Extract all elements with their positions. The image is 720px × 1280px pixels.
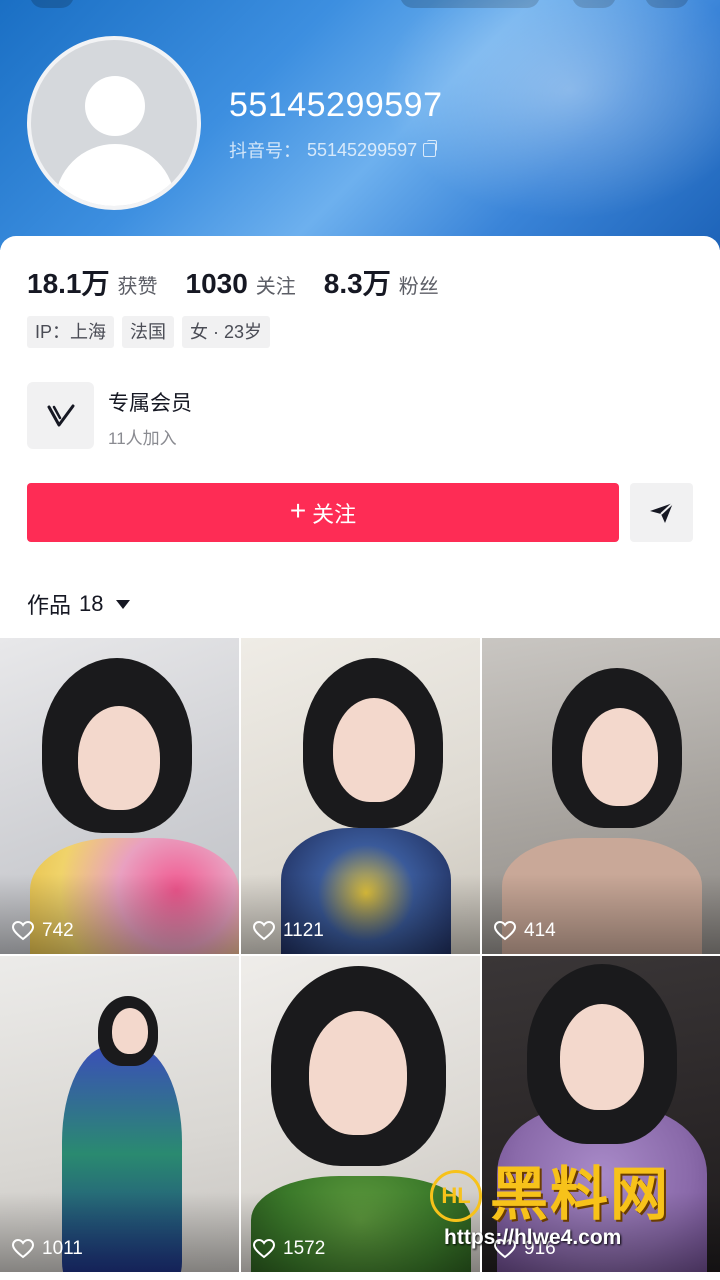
stat-following-value: 1030 <box>185 268 248 299</box>
watermark-url: https://hlwe4.com <box>444 1226 622 1249</box>
avatar[interactable] <box>27 36 201 210</box>
video-likes-count: 414 <box>524 920 556 941</box>
thumbnail-face <box>333 698 415 802</box>
stat-followers-label: 粉丝 <box>398 276 439 298</box>
membership-title: 专属会员 <box>108 392 192 415</box>
works-label: 作品 <box>27 593 72 618</box>
menu-button[interactable] <box>645 0 689 8</box>
stat-following[interactable]: 1030 关注 <box>186 268 296 300</box>
stat-followers-value: 8.3万 <box>323 268 391 299</box>
thumbnail-face <box>112 1008 148 1054</box>
stat-followers[interactable]: 8.3万 粉丝 <box>324 262 439 302</box>
stat-likes-value: 18.1万 <box>27 268 110 299</box>
follow-button-label: 关注 <box>312 501 357 527</box>
video-tile[interactable]: 742 <box>0 638 239 954</box>
watermark: HL 黑料网 https://hlwe4.com <box>430 1160 700 1255</box>
stats-row: 18.1万 获赞 1030 关注 8.3万 粉丝 <box>27 262 467 302</box>
dropdown-caret-icon <box>115 599 130 609</box>
video-likes: 1572 <box>253 1238 325 1260</box>
works-tab[interactable]: 作品 18 <box>27 588 130 620</box>
video-likes: 742 <box>12 920 74 942</box>
v-badge-icon <box>27 382 94 449</box>
video-likes: 414 <box>494 920 556 942</box>
avatar-head-shape <box>85 76 145 136</box>
membership-entry[interactable]: 专属会员 11人加入 <box>27 382 427 450</box>
thumbnail-shade <box>0 874 239 954</box>
video-tile[interactable]: 414 <box>482 638 720 954</box>
stat-likes-label: 获赞 <box>117 276 158 298</box>
heart-icon <box>253 1239 275 1259</box>
heart-icon <box>253 921 275 941</box>
tag-gender-age: 女 · 23岁 <box>182 316 271 348</box>
heart-icon <box>12 921 34 941</box>
video-tile[interactable]: 1011 <box>0 956 239 1272</box>
thumbnail-shade <box>0 1192 239 1272</box>
more-button[interactable] <box>572 0 616 8</box>
avatar-body-shape <box>55 144 175 206</box>
video-likes-count: 742 <box>42 920 74 941</box>
tag-country: 法国 <box>122 316 175 348</box>
follow-button[interactable]: + 关注 <box>27 483 619 542</box>
douyin-id-label: 抖音号： <box>229 141 301 161</box>
profile-tags: IP：上海 法国 女 · 23岁 <box>27 316 271 348</box>
send-icon <box>649 501 674 523</box>
stat-likes[interactable]: 18.1万 获赞 <box>27 262 158 302</box>
heart-icon <box>494 921 516 941</box>
username: 55145299597 <box>229 86 443 124</box>
thumbnail-face <box>560 1004 644 1110</box>
plus-icon: + <box>289 495 307 526</box>
thumbnail-face <box>582 708 658 806</box>
thumbnail-face <box>78 706 160 810</box>
video-likes-count: 1011 <box>42 1238 83 1259</box>
copy-icon[interactable] <box>423 140 438 157</box>
back-button[interactable] <box>30 0 74 8</box>
thumbnail-shade <box>482 874 720 954</box>
tag-ip: IP：上海 <box>27 316 115 348</box>
stat-following-label: 关注 <box>255 276 296 298</box>
watermark-logo: HL <box>430 1170 482 1222</box>
thumbnail-shade <box>241 874 480 954</box>
send-message-button[interactable] <box>630 483 693 542</box>
search-button[interactable] <box>400 0 540 8</box>
douyin-id-value: 55145299597 <box>307 139 418 160</box>
works-count: 18 <box>79 591 104 616</box>
membership-subtitle: 11人加入 <box>108 429 177 448</box>
thumbnail-face <box>309 1011 407 1135</box>
video-tile[interactable]: 1121 <box>241 638 480 954</box>
douyin-id-row[interactable]: 抖音号： 55145299597 <box>229 137 438 163</box>
video-likes: 1011 <box>12 1238 83 1260</box>
video-likes-count: 1121 <box>283 920 324 941</box>
heart-icon <box>12 1239 34 1259</box>
video-likes-count: 1572 <box>283 1238 326 1259</box>
video-likes: 1121 <box>253 920 324 942</box>
watermark-title: 黑料网 <box>490 1162 671 1227</box>
